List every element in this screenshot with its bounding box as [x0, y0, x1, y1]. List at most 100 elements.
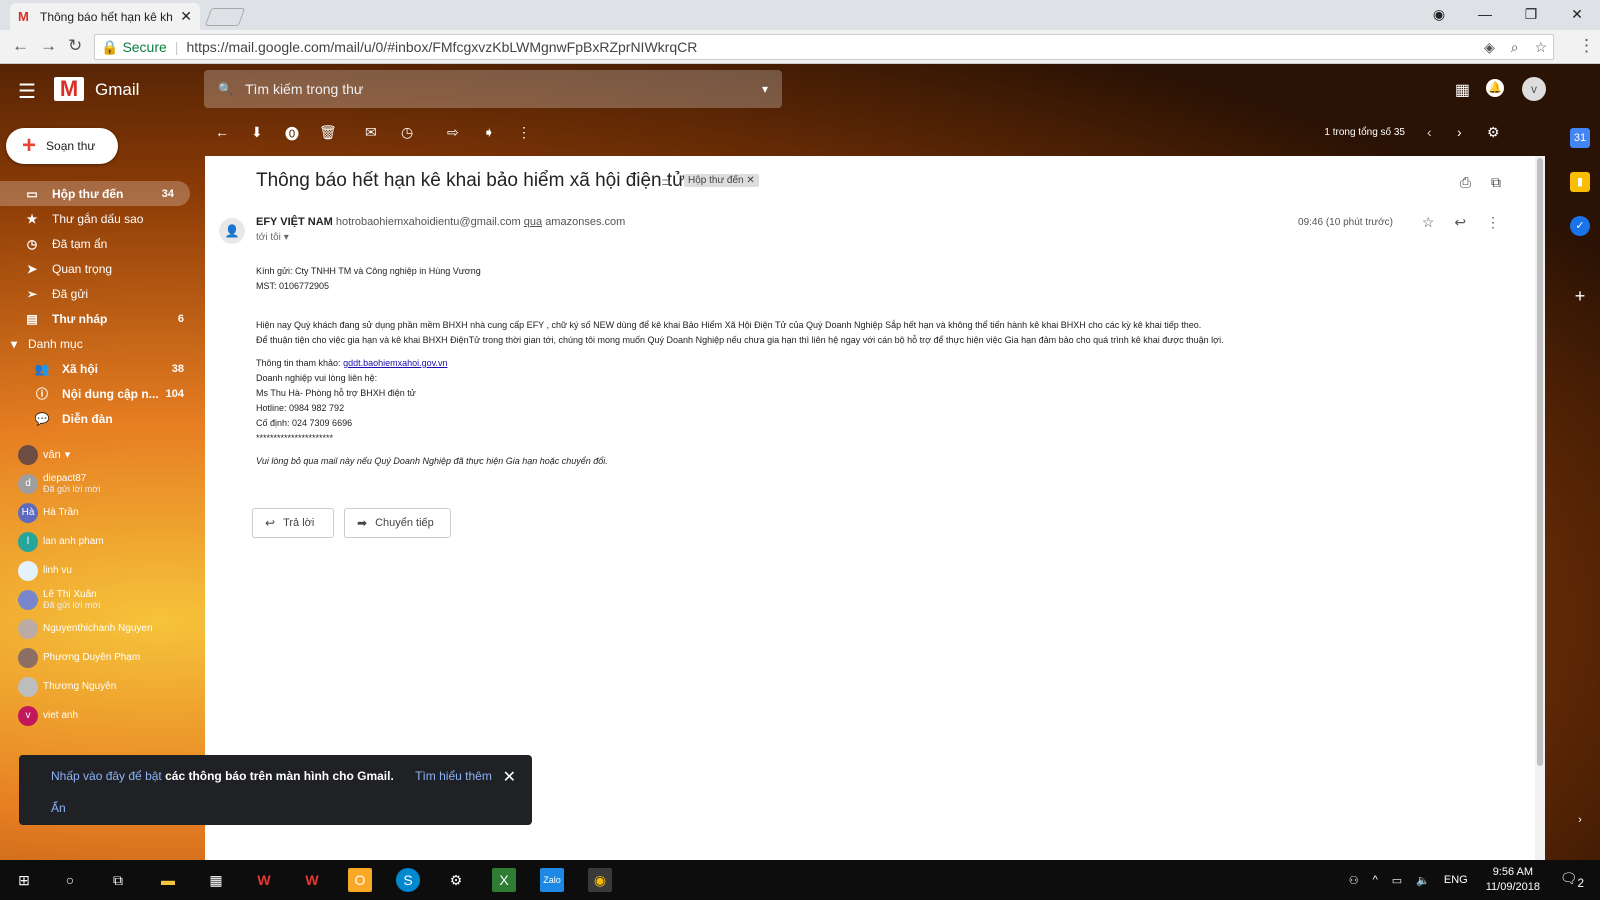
contact-item[interactable]: Nguyenthichanh Nguyen — [0, 614, 200, 643]
add-addon-icon[interactable]: + — [1570, 286, 1590, 306]
contact-item[interactable]: Thương Nguyễn — [0, 672, 200, 701]
sidebar-item-updates[interactable]: ⓘ Nội dung cập n... 104 — [0, 381, 200, 406]
contact-item[interactable]: linh vu — [0, 556, 200, 585]
sidebar-item-categories[interactable]: ▾ Danh mục — [0, 331, 200, 356]
delete-icon[interactable]: 🗑 — [319, 124, 337, 141]
cortana-icon[interactable]: ○ — [58, 868, 82, 892]
account-avatar[interactable]: v — [1522, 77, 1546, 101]
file-explorer-icon[interactable]: ▬ — [156, 868, 180, 892]
back-to-inbox-icon[interactable]: ← — [215, 124, 229, 140]
contact-item[interactable]: Phương Duyên Phạm — [0, 643, 200, 672]
back-icon[interactable]: ← — [12, 36, 29, 56]
gmail-app-name[interactable]: Gmail — [95, 80, 139, 100]
contact-item[interactable]: l lan anh pham — [0, 527, 200, 556]
label-icon[interactable]: ➧ — [483, 124, 495, 141]
contact-item[interactable]: Hà Hà Trần — [0, 498, 200, 527]
bookmark-star-icon[interactable]: ☆ — [1534, 39, 1547, 55]
clock[interactable]: 9:56 AM 11/09/2018 — [1486, 865, 1540, 895]
importance-marker-icon[interactable]: ⊃ — [661, 175, 671, 189]
volume-icon[interactable]: 🔈 — [1416, 874, 1430, 887]
remove-label-icon[interactable]: ✕ — [746, 175, 754, 186]
sidebar-item-snoozed[interactable]: ◷ Đã tạm ẩn — [0, 231, 200, 256]
restore-icon[interactable]: ❐ — [1508, 0, 1554, 30]
move-to-icon[interactable]: ⇨ — [447, 124, 459, 141]
open-new-window-icon[interactable]: ⧉ — [1491, 174, 1501, 190]
reply-icon[interactable]: ↩ — [1454, 214, 1466, 230]
search-input[interactable]: 🔍 Tìm kiếm trong thư ▾ — [204, 70, 782, 108]
search-options-icon[interactable]: ▾ — [762, 82, 768, 96]
reload-icon[interactable]: ↻ — [68, 36, 82, 56]
chevron-down-icon[interactable]: ▾ — [65, 448, 71, 461]
chevron-up-icon[interactable]: ^ — [1373, 874, 1378, 886]
calendar-icon[interactable]: 31 — [1570, 128, 1590, 148]
contact-item[interactable]: v viet anh — [0, 701, 200, 730]
close-window-icon[interactable]: ✕ — [1554, 0, 1600, 30]
contact-item[interactable]: d diepact87 Đã gửi lời mời — [0, 469, 200, 498]
wps-writer-icon[interactable]: W — [252, 868, 276, 892]
sidebar-item-drafts[interactable]: ▤ Thư nháp 6 — [0, 306, 200, 331]
extension-icon[interactable]: ◈ — [1484, 39, 1495, 55]
wps-office-icon[interactable]: W — [300, 868, 324, 892]
people-icon[interactable]: ⚇ — [1349, 874, 1359, 887]
report-spam-icon[interactable]: ⓿ — [285, 124, 299, 144]
chrome-icon[interactable]: ◉ — [588, 868, 612, 892]
reply-button[interactable]: ↩ Trả lời — [252, 508, 334, 538]
main-menu-icon[interactable]: ☰ — [18, 79, 36, 104]
more-icon[interactable]: ⋮ — [517, 124, 531, 141]
archive-icon[interactable]: ⬇ — [251, 124, 263, 141]
action-center-icon[interactable]: 🗨2 — [1560, 870, 1584, 890]
language-indicator[interactable]: ENG — [1444, 874, 1468, 886]
compose-button[interactable]: + Soạn thư — [6, 128, 118, 164]
zalo-icon[interactable]: Zalo — [540, 868, 564, 892]
search-icon[interactable]: 🔍 — [218, 82, 233, 96]
more-options-icon[interactable]: ⋮ — [1486, 214, 1500, 230]
star-icon[interactable]: ☆ — [1422, 214, 1435, 230]
skype-icon[interactable]: S — [396, 868, 420, 892]
calculator-icon[interactable]: ▦ — [204, 868, 228, 892]
reference-link[interactable]: gddt.baohiemxahoi.gov.vn — [343, 358, 447, 368]
older-icon[interactable]: › — [1457, 124, 1462, 140]
snooze-icon[interactable]: ◷ — [401, 124, 413, 141]
learn-more-link[interactable]: Tìm hiểu thêm — [415, 769, 492, 783]
recipient-line[interactable]: tới tôi ▾ — [256, 232, 289, 243]
hide-link[interactable]: Ẩn — [51, 801, 500, 815]
sidebar-item-inbox[interactable]: ▭ Hộp thư đến 34 — [0, 181, 190, 206]
network-icon[interactable]: ▭ — [1392, 874, 1402, 887]
sidebar-item-starred[interactable]: ★ Thư gắn dấu sao — [0, 206, 200, 231]
settings-icon[interactable]: ⚙ — [444, 868, 468, 892]
forward-button[interactable]: ➡ Chuyển tiếp — [344, 508, 451, 538]
browser-tab[interactable]: M Thông báo hết hạn kê kh ✕ — [10, 3, 200, 30]
excel-icon[interactable]: X — [492, 868, 516, 892]
windows-start-icon[interactable]: ⊞ — [12, 868, 36, 892]
tasks-icon[interactable]: ✓ — [1570, 216, 1590, 236]
print-icon[interactable]: ⎙ — [1460, 174, 1471, 190]
contact-item[interactable]: Lê Thị Xuân Đã gửi lời mời — [0, 585, 200, 614]
url-input[interactable]: 🔒 Secure | https://mail.google.com/mail/… — [94, 34, 1554, 60]
keep-icon[interactable]: ▮ — [1570, 172, 1590, 192]
expand-panel-icon[interactable]: › — [1570, 810, 1590, 830]
close-tab-icon[interactable]: ✕ — [180, 8, 192, 25]
scrollbar[interactable] — [1535, 156, 1545, 860]
sender-name[interactable]: EFY VIỆT NAM — [256, 216, 333, 228]
new-tab-button[interactable] — [204, 8, 246, 26]
minimize-icon[interactable]: — — [1462, 0, 1508, 30]
sidebar-item-forums[interactable]: 💬 Diễn đàn — [0, 406, 200, 431]
mark-unread-icon[interactable]: ✉ — [365, 124, 377, 141]
chrome-menu-icon[interactable]: ⋮ — [1578, 36, 1595, 56]
sidebar-item-sent[interactable]: ➢ Đã gửi — [0, 281, 200, 306]
sidebar-item-important[interactable]: ➤ Quan trọng — [0, 256, 200, 281]
settings-gear-icon[interactable]: ⚙ — [1487, 124, 1500, 141]
task-view-icon[interactable]: ⧉ — [106, 868, 130, 892]
profile-icon[interactable]: ◉ — [1416, 0, 1462, 30]
sidebar-item-social[interactable]: 👥 Xã hội 38 — [0, 356, 200, 381]
hangouts-user[interactable]: vân ▾ — [0, 440, 200, 469]
newer-icon[interactable]: ‹ — [1427, 124, 1432, 140]
gmail-logo-icon[interactable]: M — [54, 77, 84, 101]
apps-grid-icon[interactable]: ▦ — [1455, 80, 1470, 100]
zoom-icon[interactable]: ⌕ — [1511, 39, 1519, 55]
enable-notifications-link[interactable]: Nhấp vào đây để bật — [51, 769, 162, 783]
forward-icon[interactable]: → — [40, 36, 57, 56]
close-icon[interactable]: ✕ — [503, 767, 516, 787]
notifications-icon[interactable]: 🔔 — [1486, 79, 1504, 97]
outlook-icon[interactable]: O — [348, 868, 372, 892]
